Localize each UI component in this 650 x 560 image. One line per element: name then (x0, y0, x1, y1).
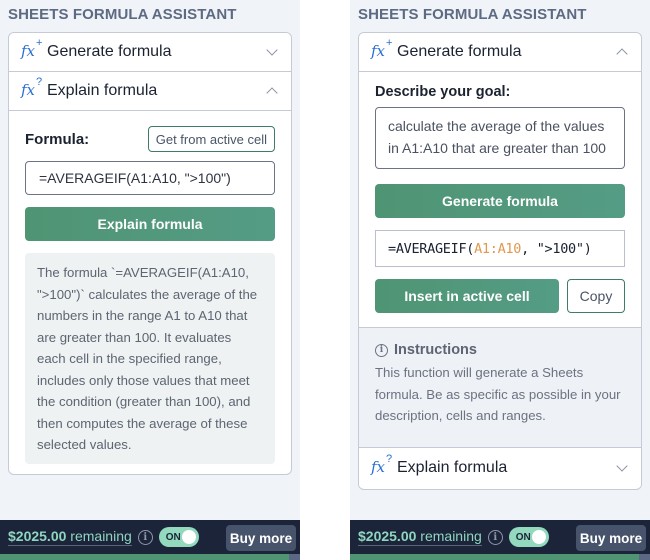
generated-formula-output: =AVERAGEIF(A1:A10, ">100") (375, 230, 625, 267)
fx-plus-icon: fx + (371, 37, 393, 60)
copy-button[interactable]: Copy (567, 279, 625, 313)
buy-more-button[interactable]: Buy more (226, 525, 296, 551)
insert-in-active-cell-button[interactable]: Insert in active cell (375, 279, 559, 313)
info-icon[interactable]: i (137, 529, 153, 545)
footer-strip-end (289, 554, 300, 560)
chevron-down-icon (265, 45, 279, 59)
fx-question-icon: fx? (21, 76, 43, 99)
on-off-toggle[interactable]: ON (158, 527, 199, 547)
fx-question-icon: fx? (371, 452, 393, 476)
credits-remaining-link[interactable]: $2025.00 remaining (358, 528, 482, 546)
goal-textarea[interactable]: calculate the average of the values in A… (375, 107, 625, 169)
footer-bar: $2025.00 remaining i ON Buy more (0, 520, 300, 554)
footer-strip (0, 554, 300, 560)
remaining-label: remaining (420, 528, 482, 544)
formula-label: Formula: (25, 130, 90, 148)
generate-section-body: Describe your goal: calculate the averag… (359, 72, 641, 328)
credits-remaining-link[interactable]: $2025.00 remaining (8, 528, 132, 546)
fx-plus-icon: fx + (21, 37, 43, 60)
goal-label: Describe your goal: (375, 84, 511, 100)
chevron-down-icon (615, 461, 629, 475)
accordion: fx + Generate formula Describe your goal:… (358, 32, 642, 490)
accordion-header-explain[interactable]: fx? Explain formula (9, 72, 291, 111)
accordion-header-generate[interactable]: fx + Generate formula (9, 33, 291, 72)
credit-amount: $2025.00 (8, 528, 67, 544)
footer-strip-end (639, 554, 650, 560)
on-off-toggle[interactable]: ON (508, 527, 549, 547)
get-from-active-cell-button[interactable]: Get from active cell (147, 126, 275, 152)
explain-section-body: Formula: Get from active cell =AVERAGEIF… (9, 111, 291, 464)
app-title: SHEETS FORMULA ASSISTANT (8, 6, 237, 23)
left-panel: SHEETS FORMULA ASSISTANT fx + Generate fo… (0, 0, 300, 560)
instructions-text: This function will generate a Sheets for… (375, 365, 621, 423)
toggle-knob (181, 530, 196, 544)
credit-amount: $2025.00 (358, 528, 417, 544)
remaining-label: remaining (70, 528, 132, 544)
formula-prefix: =AVERAGEIF( (388, 240, 475, 257)
accordion: fx + Generate formula fx? Explain formula… (8, 32, 292, 475)
footer-bar: $2025.00 remaining i ON Buy more (350, 520, 650, 554)
generate-formula-button[interactable]: Generate formula (375, 184, 625, 218)
chevron-up-icon (615, 45, 629, 59)
info-icon: i (375, 343, 388, 357)
app-title: SHEETS FORMULA ASSISTANT (358, 6, 587, 23)
explain-formula-button[interactable]: Explain formula (25, 207, 275, 241)
toggle-label: ON (515, 531, 531, 543)
instructions-box: i Instructions This function will genera… (359, 328, 641, 448)
footer-strip (350, 554, 650, 560)
explanation-text: The formula `=AVERAGEIF(A1:A10, ">100")`… (25, 253, 275, 464)
accordion-label: Generate formula (47, 43, 172, 60)
accordion-header-explain[interactable]: fx? Explain formula (359, 448, 641, 487)
toggle-label: ON (165, 531, 181, 543)
formula-suffix: , ">100") (521, 240, 592, 257)
accordion-label: Generate formula (397, 43, 522, 60)
info-icon[interactable]: i (487, 529, 503, 545)
formula-input[interactable]: =AVERAGEIF(A1:A10, ">100") (25, 161, 275, 195)
chevron-up-icon (265, 84, 279, 98)
right-panel: SHEETS FORMULA ASSISTANT fx + Generate fo… (350, 0, 650, 560)
toggle-knob (531, 530, 546, 544)
accordion-label: Explain formula (47, 82, 158, 99)
formula-range: A1:A10 (474, 240, 522, 257)
accordion-label: Explain formula (397, 458, 508, 476)
buy-more-button[interactable]: Buy more (576, 525, 646, 551)
instructions-title: Instructions (394, 342, 477, 358)
accordion-header-generate[interactable]: fx + Generate formula (359, 33, 641, 72)
